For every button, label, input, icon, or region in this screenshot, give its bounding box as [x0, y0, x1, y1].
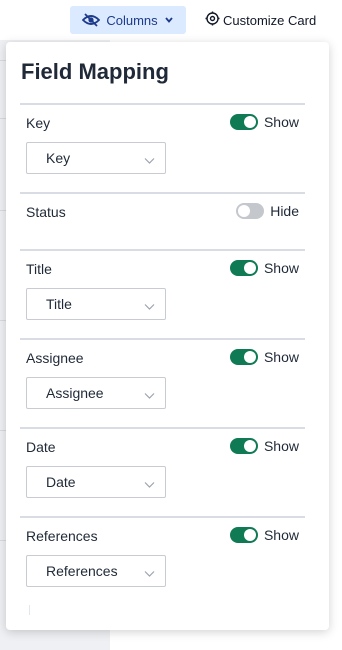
- field-row-assignee: Assignee Show Assignee: [20, 338, 305, 428]
- field-label: Title: [26, 261, 52, 277]
- visibility-control: Show: [229, 438, 299, 454]
- visibility-toggle[interactable]: [229, 438, 258, 454]
- field-label: Key: [26, 115, 51, 131]
- visibility-state: Show: [263, 527, 299, 543]
- visibility-toggle[interactable]: [229, 349, 258, 365]
- field-select-value: Key: [46, 150, 71, 166]
- visibility-state: Show: [263, 114, 299, 130]
- field-row-title: Title Show Title: [20, 249, 305, 339]
- toolbar: Columns Customize Card: [0, 0, 342, 40]
- field-label: References: [26, 528, 98, 544]
- visibility-toggle[interactable]: [229, 527, 258, 543]
- field-select[interactable]: Title: [26, 288, 166, 320]
- customize-card-label: Customize Card: [223, 12, 317, 28]
- chevron-down-icon: [144, 152, 155, 170]
- field-select-value: Date: [46, 474, 76, 490]
- field-select-value: References: [46, 563, 118, 579]
- visibility-control: Show: [229, 260, 299, 276]
- field-row-status: Status Hide: [20, 192, 305, 250]
- visibility-control: Show: [229, 527, 299, 543]
- gear-icon: [205, 11, 220, 29]
- field-label: Status: [26, 204, 66, 220]
- chevron-down-icon: [144, 476, 155, 494]
- panel-title: Field Mapping: [21, 59, 169, 84]
- visibility-control: Hide: [236, 203, 299, 219]
- columns-button[interactable]: Columns: [70, 6, 186, 34]
- visibility-toggle[interactable]: [229, 114, 258, 130]
- eye-slash-icon: [82, 13, 101, 27]
- chevron-down-icon: [144, 387, 155, 405]
- field-mapping-panel: Field Mapping Key Show Key Status Hide T…: [6, 42, 329, 630]
- visibility-toggle[interactable]: [229, 260, 258, 276]
- field-select-value: Title: [46, 296, 72, 312]
- visibility-state: Hide: [270, 203, 299, 219]
- visibility-control: Show: [229, 349, 299, 365]
- field-select[interactable]: References: [26, 555, 166, 587]
- columns-button-label: Columns: [106, 12, 158, 28]
- chevron-down-icon: [164, 16, 174, 24]
- visibility-state: Show: [263, 349, 299, 365]
- field-select[interactable]: Key: [26, 142, 166, 174]
- visibility-state: Show: [263, 438, 299, 454]
- field-row-key: Key Show Key: [20, 103, 305, 193]
- chevron-down-icon: [144, 565, 155, 583]
- field-select[interactable]: Assignee: [26, 377, 166, 409]
- chevron-down-icon: [144, 298, 155, 316]
- field-label: Assignee: [26, 350, 84, 366]
- visibility-state: Show: [263, 260, 299, 276]
- field-row-references: References Show References: [20, 516, 305, 606]
- field-label: Date: [26, 439, 56, 455]
- field-select[interactable]: Date: [26, 466, 166, 498]
- customize-card-button[interactable]: Customize Card: [205, 6, 316, 34]
- visibility-control: Show: [229, 114, 299, 130]
- visibility-toggle[interactable]: [236, 203, 265, 219]
- field-select-value: Assignee: [46, 385, 104, 401]
- scroll-indicator: [29, 605, 30, 615]
- field-row-date: Date Show Date: [20, 427, 305, 517]
